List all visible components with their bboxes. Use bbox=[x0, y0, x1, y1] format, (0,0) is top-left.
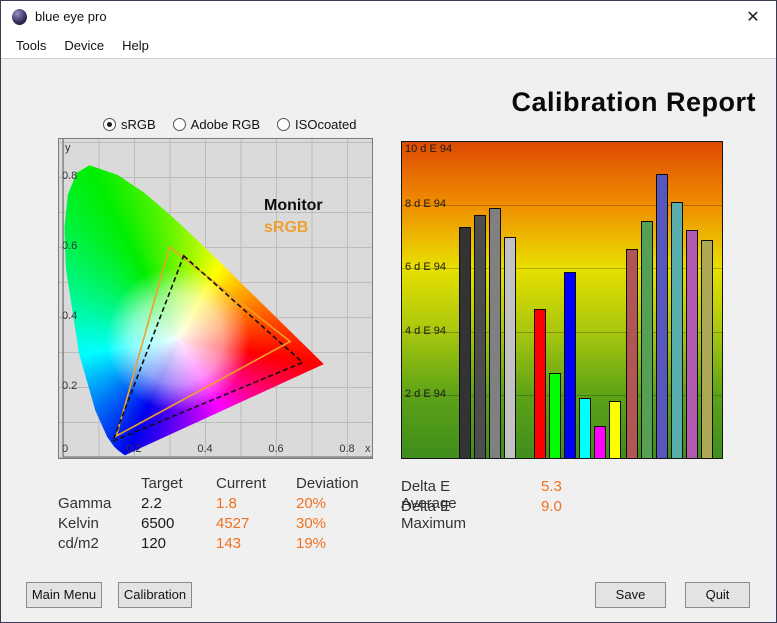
bar-muted-red bbox=[626, 249, 638, 458]
delta-e-maximum-label: Delta E Maximum bbox=[401, 498, 466, 532]
page-title: Calibration Report bbox=[511, 87, 756, 118]
main-menu-button[interactable]: Main Menu bbox=[26, 582, 102, 608]
x-tick-label: 0.8 bbox=[339, 443, 354, 455]
cie-chromaticity-diagram: y x 0 0.2 0.4 0.6 0.8 0.2 0.4 0.6 0.8 Monitor sR… bbox=[58, 138, 373, 459]
radio-label: Adobe RGB bbox=[191, 117, 260, 132]
row-label: Gamma bbox=[58, 495, 111, 512]
target-value: 120 bbox=[141, 535, 166, 552]
menu-item-device[interactable]: Device bbox=[55, 34, 113, 57]
gamut-srgb bbox=[116, 247, 290, 436]
bar-dark-gray bbox=[459, 227, 471, 458]
bar-yellow bbox=[609, 401, 621, 458]
radio-circle-icon bbox=[277, 118, 290, 131]
row-label: Kelvin bbox=[58, 515, 99, 532]
bar-muted-cyan bbox=[671, 202, 683, 458]
bar-muted-green bbox=[641, 221, 653, 458]
radio-isocoated[interactable]: ISOcoated bbox=[277, 117, 356, 132]
y-axis-label: y bbox=[65, 142, 71, 154]
menu-bar: ToolsDeviceHelp bbox=[1, 33, 776, 59]
radio-srgb[interactable]: sRGB bbox=[103, 117, 156, 132]
y-tick-label: 0.8 bbox=[62, 170, 77, 182]
delta-e-maximum-value: 9.0 bbox=[541, 498, 562, 515]
menu-item-tools[interactable]: Tools bbox=[7, 34, 55, 57]
table-header-row: Target Current Deviation bbox=[58, 475, 378, 495]
bar-mid-dark-gray bbox=[474, 215, 486, 458]
bar-cyan bbox=[579, 398, 591, 458]
menu-item-help[interactable]: Help bbox=[113, 34, 158, 57]
close-icon[interactable]: ✕ bbox=[743, 7, 763, 27]
x-tick-label: 0.4 bbox=[197, 443, 212, 455]
app-logo-icon bbox=[12, 9, 27, 25]
window-title: blue eye pro bbox=[35, 9, 107, 24]
bar-light-gray bbox=[504, 237, 516, 458]
current-value: 143 bbox=[216, 535, 241, 552]
deviation-value: 20% bbox=[296, 495, 326, 512]
y-tick-label: 0.4 bbox=[62, 310, 77, 322]
x-tick-label: 0 bbox=[62, 443, 68, 455]
current-value: 1.8 bbox=[216, 495, 237, 512]
deviation-value: 19% bbox=[296, 535, 326, 552]
colorspace-radio-group: sRGB Adobe RGB ISOcoated bbox=[103, 117, 356, 132]
bar-chart-tick-label: 8 d E 94 bbox=[405, 198, 446, 210]
delta-e-bar-chart: 10 d E 94 8 d E 94 6 d E 94 4 d E 94 2 d E 9… bbox=[401, 141, 723, 459]
bar-gray bbox=[489, 208, 501, 458]
title-bar: blue eye pro ✕ bbox=[1, 1, 776, 33]
column-header-deviation: Deviation bbox=[296, 475, 359, 492]
radio-label: sRGB bbox=[121, 117, 156, 132]
table-row: Gamma 2.2 1.8 20% bbox=[58, 495, 378, 515]
radio-circle-icon bbox=[173, 118, 186, 131]
bar-chart-tick-label: 2 d E 94 bbox=[405, 388, 446, 400]
target-value: 2.2 bbox=[141, 495, 162, 512]
quit-button[interactable]: Quit bbox=[685, 582, 750, 608]
bar-chart-tick-label: 6 d E 94 bbox=[405, 261, 446, 273]
x-axis-label: x bbox=[365, 443, 371, 455]
bar-green bbox=[549, 373, 561, 458]
bar-chart-tick-label: 10 d E 94 bbox=[405, 143, 452, 155]
y-tick-label: 0.6 bbox=[62, 240, 77, 252]
target-value: 6500 bbox=[141, 515, 174, 532]
bar-red bbox=[534, 309, 546, 458]
current-value: 4527 bbox=[216, 515, 249, 532]
legend-monitor: Monitor bbox=[264, 197, 323, 215]
bar-magenta bbox=[594, 426, 606, 458]
radio-circle-icon bbox=[103, 118, 116, 131]
bar-muted-yellow bbox=[701, 240, 713, 458]
x-tick-label: 0.2 bbox=[126, 443, 141, 455]
bar-muted-magenta bbox=[686, 230, 698, 458]
bar-chart-tick-label: 4 d E 94 bbox=[405, 325, 446, 337]
radio-adobe-rgb[interactable]: Adobe RGB bbox=[173, 117, 260, 132]
calibration-button[interactable]: Calibration bbox=[118, 582, 192, 608]
legend-srgb: sRGB bbox=[264, 219, 308, 237]
bar-muted-blue bbox=[656, 174, 668, 458]
deviation-value: 30% bbox=[296, 515, 326, 532]
y-tick-label: 0.2 bbox=[62, 380, 77, 392]
bar-blue bbox=[564, 272, 576, 458]
delta-e-average-value: 5.3 bbox=[541, 478, 562, 495]
table-row: Kelvin 6500 4527 30% bbox=[58, 515, 378, 535]
column-header-target: Target bbox=[141, 475, 183, 492]
gamut-triangles-svg bbox=[59, 139, 373, 459]
save-button[interactable]: Save bbox=[595, 582, 666, 608]
column-header-current: Current bbox=[216, 475, 266, 492]
app-window: blue eye pro ✕ ToolsDeviceHelp Calibrati… bbox=[0, 0, 777, 623]
radio-label: ISOcoated bbox=[295, 117, 356, 132]
table-row: cd/m2 120 143 19% bbox=[58, 535, 378, 555]
measurements-table: Target Current Deviation Gamma 2.2 1.8 20% Kelv… bbox=[58, 475, 378, 555]
row-label: cd/m2 bbox=[58, 535, 99, 552]
x-tick-label: 0.6 bbox=[268, 443, 283, 455]
